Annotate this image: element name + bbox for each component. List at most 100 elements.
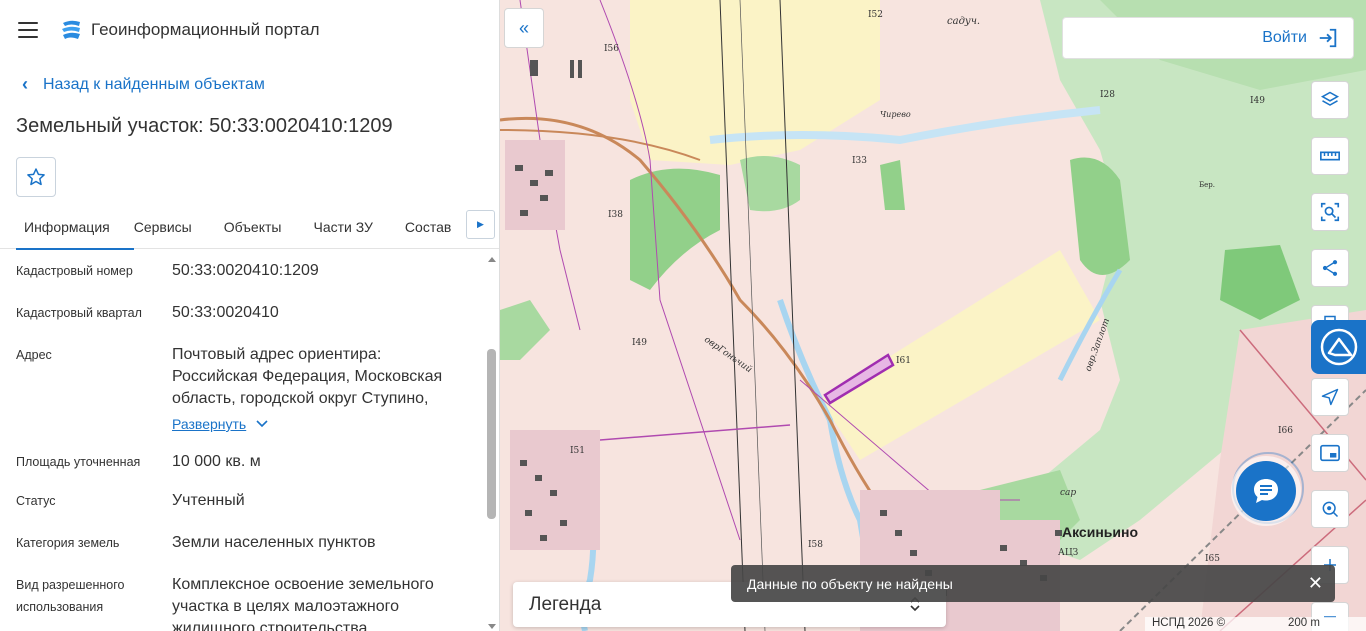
- scrollbar-thumb[interactable]: [487, 349, 496, 519]
- field-value: Комплексное освоение земельного участка …: [172, 576, 434, 631]
- map-label: I49: [1250, 96, 1266, 106]
- label-line: использования: [16, 600, 104, 614]
- address-text: Почтовый адрес ориентира: Российская Фед…: [172, 346, 443, 407]
- app-root: Геоинформационный портал ‹ Назад к найде…: [0, 0, 1366, 631]
- page-title: Земельный участок: 50:33:0020410:1209: [16, 115, 393, 137]
- map-label: сар: [1060, 488, 1077, 498]
- field-label: Вид разрешенного использования: [16, 574, 172, 631]
- map-canvas[interactable]: садуч. I52 I56 I28 I49 I33 I38 Чирево Бе…: [500, 0, 1366, 631]
- map-label: I66: [1278, 426, 1294, 436]
- map-label: садуч.: [947, 16, 981, 27]
- info-panel: Геоинформационный портал ‹ Назад к найде…: [0, 0, 500, 631]
- picture-in-picture-button[interactable]: [1311, 434, 1349, 472]
- portal-logo-icon: [62, 20, 80, 39]
- map-label: I28: [1100, 90, 1116, 100]
- ruler-icon: [1320, 151, 1340, 161]
- login-icon: [1319, 28, 1337, 48]
- chevron-down-icon: [256, 420, 268, 428]
- map-label: I56: [604, 44, 620, 54]
- field-label: Кадастровый номер: [16, 264, 133, 278]
- share-button[interactable]: [1311, 249, 1349, 287]
- info-row-status: Статус Учтенный: [0, 490, 499, 512]
- area-search-button[interactable]: [1311, 193, 1349, 231]
- close-icon[interactable]: ✕: [1308, 573, 1323, 594]
- rosreestr-assistant-button[interactable]: [1311, 320, 1366, 374]
- field-label: Кадастровый квартал: [16, 306, 142, 320]
- map-label: I49: [632, 338, 648, 348]
- tab-services[interactable]: Сервисы: [134, 213, 208, 249]
- map-label: I51: [570, 446, 586, 456]
- area-search-icon: [1320, 202, 1340, 222]
- map-base: [500, 0, 1366, 631]
- expand-link-label: Развернуть: [172, 416, 247, 432]
- tab-parts[interactable]: Части ЗУ: [297, 213, 388, 249]
- menu-icon[interactable]: [18, 22, 38, 38]
- info-row-permitted-use: Вид разрешенного использования Комплексн…: [0, 574, 499, 631]
- field-label: Площадь уточненная: [16, 455, 141, 469]
- info-row-area: Площадь уточненная 10 000 кв. м: [0, 451, 499, 473]
- geo-search-button[interactable]: [1311, 490, 1349, 528]
- favorite-button[interactable]: [16, 157, 56, 197]
- legend-label: Легенда: [529, 593, 602, 615]
- layers-button[interactable]: [1311, 81, 1349, 119]
- toast-message: Данные по объекту не найдены: [747, 575, 953, 592]
- navigate-button[interactable]: [1311, 378, 1349, 416]
- rosreestr-logo-icon: [1320, 328, 1357, 366]
- login-label: Войти: [1262, 29, 1307, 46]
- tab-composition[interactable]: Состав: [389, 213, 467, 249]
- double-chevron-left-icon: «: [518, 17, 529, 38]
- map-label: АЦЗ: [1058, 548, 1079, 558]
- scroll-down-icon[interactable]: [488, 624, 496, 629]
- collapse-panel-button[interactable]: «: [504, 8, 544, 48]
- layers-icon: [1320, 91, 1340, 106]
- info-row-cadastral-number: Кадастровый номер 50:33:0020410:1209: [0, 260, 499, 282]
- field-value: Почтовый адрес ориентира: Российская Фед…: [172, 344, 472, 436]
- map-label: I52: [868, 10, 884, 20]
- field-value: Земли населенных пунктов: [172, 534, 376, 551]
- tabs-scroll-right-button[interactable]: ▶: [466, 210, 495, 239]
- geo-search-icon: [1322, 501, 1339, 518]
- field-value: 10 000 кв. м: [172, 453, 261, 470]
- field-label: Статус: [16, 494, 56, 508]
- field-label: Адрес: [16, 348, 52, 362]
- back-link-label: Назад к найденным объектам: [43, 75, 265, 93]
- share-icon: [1322, 260, 1338, 276]
- panel-scrollbar[interactable]: [487, 257, 497, 629]
- map-label: Чирево: [880, 110, 911, 119]
- info-row-cadastral-quarter: Кадастровый квартал 50:33:0020410: [0, 302, 499, 324]
- scale-label: 200 m: [1288, 617, 1320, 629]
- map-label: I33: [852, 156, 868, 166]
- map-label: I38: [608, 210, 624, 220]
- ruler-button[interactable]: [1311, 137, 1349, 175]
- map-label: Бер.: [1199, 181, 1215, 189]
- tab-information[interactable]: Информация: [0, 213, 134, 250]
- info-row-land-category: Категория земель Земли населенных пункто…: [0, 532, 499, 554]
- expand-link[interactable]: Развернуть: [172, 413, 269, 435]
- chat-bubble-icon: [1254, 479, 1278, 503]
- field-label: Категория земель: [16, 536, 120, 550]
- label-line: Вид разрешенного: [16, 578, 125, 592]
- scroll-up-icon[interactable]: [488, 257, 496, 262]
- login-button[interactable]: Войти: [1062, 17, 1354, 59]
- info-row-address: Адрес Почтовый адрес ориентира: Российск…: [0, 344, 499, 436]
- navigate-icon: [1321, 388, 1339, 406]
- map-label: I58: [808, 540, 824, 550]
- copyright: НСПД 2026 ©: [1145, 617, 1366, 631]
- picture-in-picture-icon: [1320, 444, 1340, 462]
- app-title: Геоинформационный портал: [91, 20, 320, 39]
- tab-bar: Информация Сервисы Объекты Части ЗУ Сост…: [0, 210, 499, 250]
- field-value: 50:33:0020410:1209: [172, 262, 319, 279]
- tab-objects[interactable]: Объекты: [208, 213, 298, 249]
- village-label: Аксиньино: [1062, 524, 1139, 540]
- panel-header: Геоинформационный портал: [0, 0, 499, 60]
- toast-notification: Данные по объекту не найдены ✕: [731, 565, 1335, 602]
- back-link[interactable]: ‹ Назад к найденным объектам: [22, 74, 499, 95]
- map-label: I65: [1205, 554, 1221, 564]
- chat-button[interactable]: [1236, 461, 1296, 521]
- star-icon: [27, 168, 45, 186]
- map-label: I61: [896, 356, 912, 366]
- field-value: Учтенный: [172, 492, 245, 509]
- chevron-left-icon: ‹: [22, 74, 28, 94]
- info-list: Кадастровый номер 50:33:0020410:1209 Кад…: [0, 252, 499, 631]
- field-value: 50:33:0020410: [172, 304, 279, 321]
